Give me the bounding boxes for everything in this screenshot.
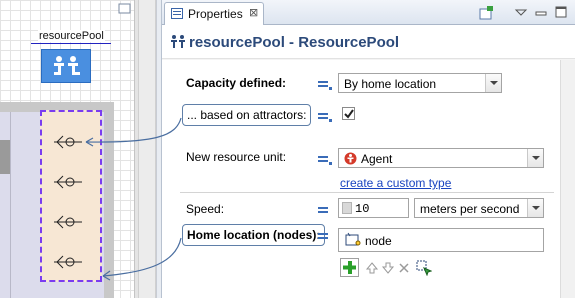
annotation-arrows [85, 117, 182, 281]
attractors-arrow [85, 117, 182, 143]
home-location-arrow [102, 237, 182, 277]
